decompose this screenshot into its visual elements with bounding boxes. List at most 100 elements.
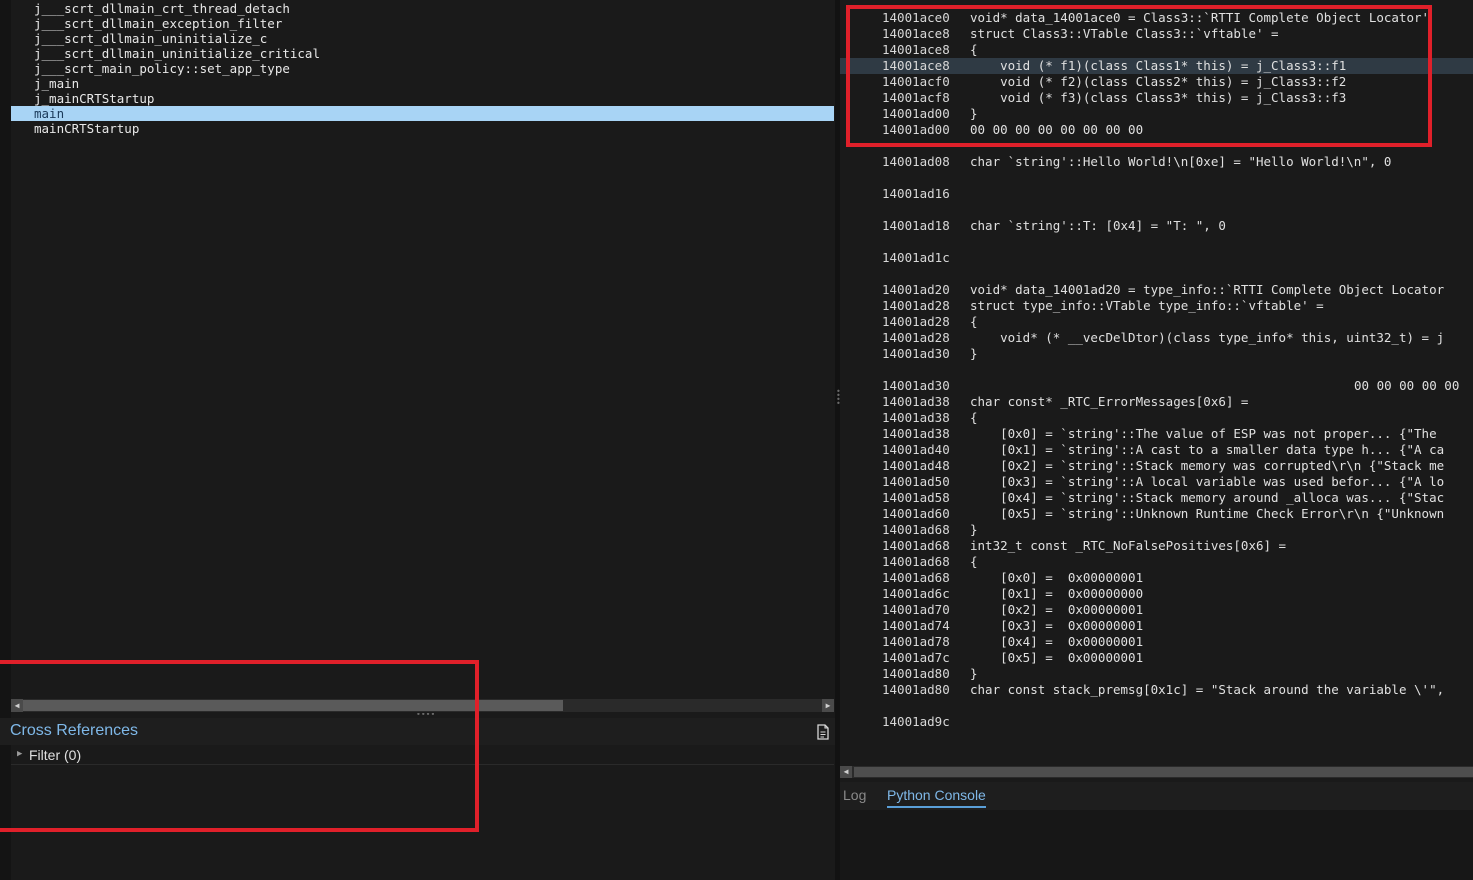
code-line[interactable]: 14001ad9c <box>840 714 1473 730</box>
code-line[interactable]: 14001ad1c <box>840 250 1473 266</box>
code-line[interactable]: 14001ad68} <box>840 522 1473 538</box>
code-line[interactable]: 14001ad80} <box>840 666 1473 682</box>
code-text[interactable]: [0x1] = 0x00000000 <box>970 586 1143 602</box>
address-label: 14001ad30 <box>882 346 950 361</box>
address-label: 14001ad9c <box>882 714 950 729</box>
symbol-item[interactable]: j___scrt_dllmain_crt_thread_detach <box>11 1 834 16</box>
code-text[interactable]: [0x2] = `string'::Stack memory was corru… <box>970 458 1444 474</box>
code-text[interactable]: char `string'::Hello World!\n[0xe] = "He… <box>970 154 1391 170</box>
code-text[interactable]: void* data_14001ad20 = type_info::`RTTI … <box>970 282 1444 298</box>
code-line[interactable]: 14001ad48 [0x2] = `string'::Stack memory… <box>840 458 1473 474</box>
code-line[interactable]: 14001ad28 void* (* __vecDelDtor)(class t… <box>840 330 1473 346</box>
address-label: 14001ad68 <box>882 522 950 537</box>
code-line[interactable]: 14001ad38 [0x0] = `string'::The value of… <box>840 426 1473 442</box>
code-text[interactable]: [0x2] = 0x00000001 <box>970 602 1143 618</box>
code-line[interactable]: 14001ad7c [0x5] = 0x00000001 <box>840 650 1473 666</box>
address-label: 14001ad80 <box>882 666 950 681</box>
code-line[interactable]: 14001ad08 char `string'::Hello World!\n[0… <box>840 154 1473 170</box>
address-label: 14001ad40 <box>882 442 950 457</box>
code-line[interactable] <box>840 362 1473 378</box>
symbol-item[interactable]: j___scrt_dllmain_exception_filter <box>11 16 834 31</box>
address-label: 14001ad38 <box>882 410 950 425</box>
bottom-tab-bar: Log Python Console <box>840 782 1473 810</box>
code-line[interactable] <box>840 202 1473 218</box>
code-line[interactable] <box>840 698 1473 714</box>
symbol-item[interactable]: j_main <box>11 76 834 91</box>
code-line[interactable]: 14001ad28 { <box>840 314 1473 330</box>
linear-view-horizontal-scrollbar[interactable]: ◀ <box>840 766 1473 778</box>
splitter-grip-icon[interactable]: • • • • <box>836 388 841 408</box>
code-text[interactable]: { <box>970 410 978 426</box>
scroll-right-icon[interactable]: ▶ <box>822 699 834 712</box>
address-label: 14001ad70 <box>882 602 950 617</box>
code-text[interactable]: 00 00 00 00 00 <box>1354 378 1459 394</box>
code-line[interactable]: 14001ad30} <box>840 346 1473 362</box>
code-line[interactable]: 14001ad30 00 00 00 00 00 <box>840 378 1473 394</box>
code-line[interactable]: 14001ad68 { <box>840 554 1473 570</box>
code-text[interactable]: { <box>970 554 978 570</box>
code-text[interactable]: void* (* __vecDelDtor)(class type_info* … <box>970 330 1444 346</box>
tab-log[interactable]: Log <box>843 787 866 803</box>
symbol-item-selected[interactable]: main <box>11 106 834 121</box>
code-text[interactable]: char const stack_premsg[0x1c] = "Stack a… <box>970 682 1444 698</box>
code-line[interactable]: 14001ad74 [0x3] = 0x00000001 <box>840 618 1473 634</box>
code-line[interactable]: 14001ad50 [0x3] = `string'::A local vari… <box>840 474 1473 490</box>
code-text[interactable]: [0x1] = `string'::A cast to a smaller da… <box>970 442 1444 458</box>
symbol-item[interactable]: j___scrt_dllmain_uninitialize_critical <box>11 46 834 61</box>
code-text[interactable]: } <box>970 346 978 362</box>
code-line[interactable]: 14001ad28 struct type_info::VTable type_i… <box>840 298 1473 314</box>
code-text[interactable]: [0x4] = 0x00000001 <box>970 634 1143 650</box>
code-text[interactable]: [0x5] = `string'::Unknown Runtime Check … <box>970 506 1444 522</box>
code-text[interactable]: [0x0] = `string'::The value of ESP was n… <box>970 426 1437 442</box>
scroll-left-icon[interactable]: ◀ <box>840 766 852 778</box>
address-label: 14001ad08 <box>882 154 950 169</box>
code-text[interactable]: char const* _RTC_ErrorMessages[0x6] = <box>970 394 1248 410</box>
code-line[interactable]: 14001ad20 void* data_14001ad20 = type_inf… <box>840 282 1473 298</box>
address-label: 14001ad16 <box>882 186 950 201</box>
code-text[interactable]: int32_t const _RTC_NoFalsePositives[0x6]… <box>970 538 1286 554</box>
symbol-item[interactable]: j___scrt_dllmain_uninitialize_c <box>11 31 834 46</box>
code-text[interactable]: [0x3] = 0x00000001 <box>970 618 1143 634</box>
scrollbar-thumb[interactable] <box>854 767 1473 777</box>
code-text[interactable]: [0x0] = 0x00000001 <box>970 570 1143 586</box>
code-line[interactable] <box>840 266 1473 282</box>
address-label: 14001ad28 <box>882 314 950 329</box>
code-line[interactable]: 14001ad60 [0x5] = `string'::Unknown Runt… <box>840 506 1473 522</box>
code-line[interactable] <box>840 234 1473 250</box>
code-text[interactable]: } <box>970 666 978 682</box>
address-label: 14001ad68 <box>882 538 950 553</box>
symbol-item[interactable]: mainCRTStartup <box>11 121 834 136</box>
code-line[interactable]: 14001ad38 char const* _RTC_ErrorMessages[… <box>840 394 1473 410</box>
code-text[interactable]: [0x5] = 0x00000001 <box>970 650 1143 666</box>
symbol-list[interactable]: j___scrt_dllmain_crt_thread_detach j___s… <box>11 1 834 136</box>
code-text[interactable]: { <box>970 314 978 330</box>
tab-python-console[interactable]: Python Console <box>887 787 986 808</box>
code-line[interactable]: 14001ad38 { <box>840 410 1473 426</box>
symbol-item[interactable]: j_mainCRTStartup <box>11 91 834 106</box>
code-text[interactable]: [0x4] = `string'::Stack memory around _a… <box>970 490 1444 506</box>
address-label: 14001ad74 <box>882 618 950 633</box>
code-line[interactable]: 14001ad58 [0x4] = `string'::Stack memory… <box>840 490 1473 506</box>
code-line[interactable]: 14001ad16 <box>840 186 1473 202</box>
code-line[interactable]: 14001ad18 char `string'::T: [0x4] = "T: "… <box>840 218 1473 234</box>
code-line[interactable]: 14001ad68 [0x0] = 0x00000001 <box>840 570 1473 586</box>
address-label: 14001ad60 <box>882 506 950 521</box>
code-text[interactable]: char `string'::T: [0x4] = "T: ", 0 <box>970 218 1226 234</box>
code-line[interactable]: 14001ad80 char const stack_premsg[0x1c] =… <box>840 682 1473 698</box>
code-text[interactable]: struct type_info::VTable type_info::`vft… <box>970 298 1324 314</box>
code-line[interactable]: 14001ad70 [0x2] = 0x00000001 <box>840 602 1473 618</box>
code-line[interactable]: 14001ad78 [0x4] = 0x00000001 <box>840 634 1473 650</box>
code-text[interactable]: [0x3] = `string'::A local variable was u… <box>970 474 1444 490</box>
document-icon[interactable] <box>816 724 830 740</box>
code-text[interactable]: } <box>970 522 978 538</box>
code-line[interactable]: 14001ad40 [0x1] = `string'::A cast to a … <box>840 442 1473 458</box>
code-line[interactable]: 14001ad68 int32_t const _RTC_NoFalsePosit… <box>840 538 1473 554</box>
code-line[interactable] <box>840 170 1473 186</box>
code-line[interactable]: 14001ad6c [0x1] = 0x00000000 <box>840 586 1473 602</box>
address-label: 14001ad38 <box>882 426 950 441</box>
annotation-box-cross-references <box>0 660 479 832</box>
console-output[interactable] <box>840 810 1473 880</box>
symbol-item[interactable]: j___scrt_main_policy::set_app_type <box>11 61 834 76</box>
address-label: 14001ad6c <box>882 586 950 601</box>
address-label: 14001ad20 <box>882 282 950 297</box>
